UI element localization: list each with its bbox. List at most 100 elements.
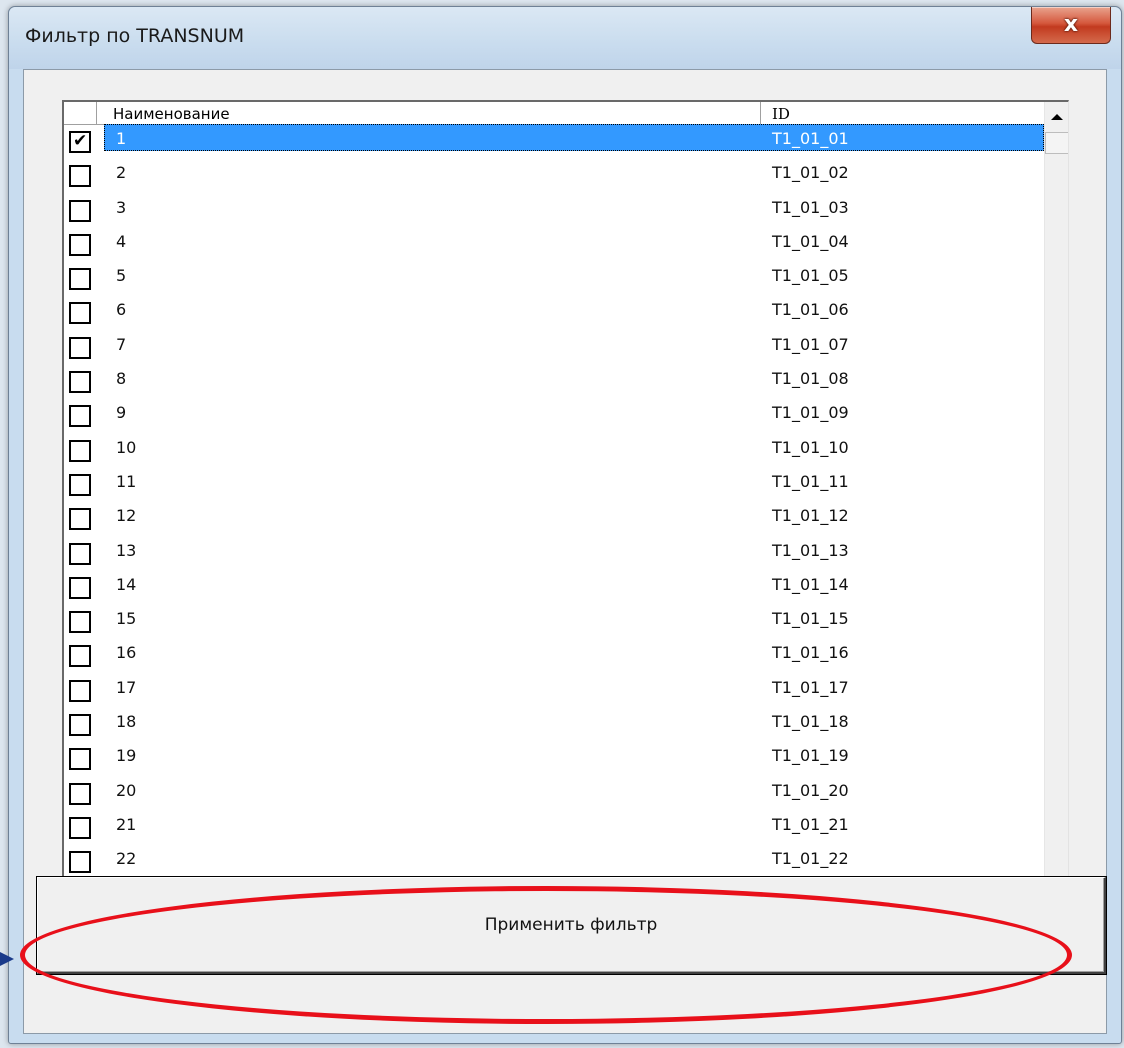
row-name: 22 xyxy=(116,849,137,869)
list-item[interactable]: 16 T1_01_16 xyxy=(64,638,1044,672)
row-checkbox[interactable] xyxy=(69,508,91,531)
transnum-listview[interactable]: Наименование ID ✔ 1 T1_01_01 2 T1_01_02 3 T1_0… xyxy=(62,100,1069,913)
column-header-checkbox[interactable] xyxy=(64,102,97,124)
row-id: T1_01_06 xyxy=(772,300,849,320)
title-bar: Фильтр по TRANSNUM x xyxy=(9,7,1121,69)
list-item[interactable]: 19 T1_01_19 xyxy=(64,741,1044,775)
row-checkbox[interactable] xyxy=(69,816,91,839)
list-item[interactable]: 22 T1_01_22 xyxy=(64,844,1044,878)
list-item[interactable]: 9 T1_01_09 xyxy=(64,398,1044,432)
list-item[interactable]: 7 T1_01_07 xyxy=(64,330,1044,364)
list-item[interactable]: ✔ 1 T1_01_01 xyxy=(64,124,1044,158)
row-checkbox[interactable] xyxy=(69,268,91,291)
list-item[interactable]: 10 T1_01_10 xyxy=(64,433,1044,467)
scrollbar-thumb[interactable] xyxy=(1045,132,1068,154)
row-checkbox[interactable] xyxy=(69,748,91,771)
row-name: 16 xyxy=(116,643,137,663)
list-item[interactable]: 17 T1_01_17 xyxy=(64,673,1044,707)
row-name: 9 xyxy=(116,403,127,423)
list-item[interactable]: 11 T1_01_11 xyxy=(64,467,1044,501)
row-id: T1_01_21 xyxy=(772,814,849,834)
list-item[interactable]: 5 T1_01_05 xyxy=(64,261,1044,295)
close-icon: x xyxy=(1063,12,1079,37)
row-name: 5 xyxy=(116,266,127,286)
row-name: 6 xyxy=(116,300,127,320)
list-item[interactable]: 21 T1_01_21 xyxy=(64,810,1044,844)
chevron-up-icon xyxy=(1051,114,1063,120)
list-rows: ✔ 1 T1_01_01 2 T1_01_02 3 T1_01_03 4 T1_01_04 5 T1… xyxy=(64,124,1044,912)
row-id: T1_01_12 xyxy=(772,506,849,526)
list-header: Наименование ID xyxy=(64,102,1044,125)
row-checkbox[interactable] xyxy=(69,371,91,394)
row-name: 18 xyxy=(116,712,137,732)
pointer-arrow-icon xyxy=(0,952,14,966)
row-id: T1_01_09 xyxy=(772,403,849,423)
row-id: T1_01_07 xyxy=(772,334,849,354)
row-checkbox[interactable] xyxy=(69,714,91,737)
row-checkbox[interactable] xyxy=(69,576,91,599)
row-name: 7 xyxy=(116,334,127,354)
column-header-id[interactable]: ID xyxy=(762,102,1044,124)
row-checkbox[interactable] xyxy=(69,439,91,462)
row-id: T1_01_04 xyxy=(772,231,849,251)
list-item[interactable]: 20 T1_01_20 xyxy=(64,776,1044,810)
row-checkbox[interactable] xyxy=(69,782,91,805)
list-item[interactable]: 4 T1_01_04 xyxy=(64,227,1044,261)
row-name: 11 xyxy=(116,471,137,491)
row-name: 8 xyxy=(116,369,127,389)
list-item[interactable]: 18 T1_01_18 xyxy=(64,707,1044,741)
row-id: T1_01_15 xyxy=(772,609,849,629)
row-name: 21 xyxy=(116,814,137,834)
row-checkbox[interactable] xyxy=(69,542,91,565)
row-id: T1_01_18 xyxy=(772,712,849,732)
vertical-scrollbar[interactable] xyxy=(1044,102,1068,912)
list-item[interactable]: 2 T1_01_02 xyxy=(64,158,1044,192)
row-id: T1_01_02 xyxy=(772,163,849,183)
selection-highlight xyxy=(104,124,1044,151)
row-name: 15 xyxy=(116,609,137,629)
window-title: Фильтр по TRANSNUM xyxy=(25,25,245,47)
checkmark-icon: ✔ xyxy=(73,131,88,151)
column-header-name[interactable]: Наименование xyxy=(97,102,761,124)
row-checkbox[interactable] xyxy=(69,233,91,256)
row-checkbox[interactable] xyxy=(69,645,91,668)
row-name: 14 xyxy=(116,574,137,594)
row-name: 17 xyxy=(116,677,137,697)
list-item[interactable]: 12 T1_01_12 xyxy=(64,501,1044,535)
row-name: 12 xyxy=(116,506,137,526)
row-checkbox[interactable] xyxy=(69,199,91,222)
list-item[interactable]: 8 T1_01_08 xyxy=(64,364,1044,398)
row-id: T1_01_16 xyxy=(772,643,849,663)
row-name: 1 xyxy=(116,129,127,148)
row-name: 2 xyxy=(116,163,127,183)
row-checkbox[interactable] xyxy=(69,851,91,874)
row-checkbox[interactable] xyxy=(69,473,91,496)
row-id: T1_01_14 xyxy=(772,574,849,594)
apply-filter-button[interactable]: Применить фильтр xyxy=(37,877,1106,974)
row-name: 13 xyxy=(116,540,137,560)
list-item[interactable]: 13 T1_01_13 xyxy=(64,536,1044,570)
close-button[interactable]: x xyxy=(1031,7,1111,44)
row-checkbox[interactable] xyxy=(69,165,91,188)
row-checkbox[interactable] xyxy=(69,405,91,428)
list-item[interactable]: 14 T1_01_14 xyxy=(64,570,1044,604)
row-id: T1_01_19 xyxy=(772,746,849,766)
row-id: T1_01_03 xyxy=(772,197,849,217)
scroll-up-button[interactable] xyxy=(1045,104,1068,130)
row-id: T1_01_10 xyxy=(772,437,849,457)
row-id: T1_01_20 xyxy=(772,780,849,800)
row-checkbox[interactable]: ✔ xyxy=(69,131,91,153)
list-item[interactable]: 15 T1_01_15 xyxy=(64,604,1044,638)
row-name: 4 xyxy=(116,231,127,251)
row-name: 3 xyxy=(116,197,127,217)
row-name: 10 xyxy=(116,437,137,457)
list-item[interactable]: 3 T1_01_03 xyxy=(64,193,1044,227)
row-checkbox[interactable] xyxy=(69,611,91,634)
row-checkbox[interactable] xyxy=(69,679,91,702)
list-item[interactable]: 6 T1_01_06 xyxy=(64,295,1044,329)
row-id: T1_01_05 xyxy=(772,266,849,286)
filter-dialog: Фильтр по TRANSNUM x Наименование ID ✔ 1 T… xyxy=(8,6,1122,1044)
list-content: Наименование ID ✔ 1 T1_01_01 2 T1_01_02 3 T1_0… xyxy=(64,102,1044,912)
row-checkbox[interactable] xyxy=(69,302,91,325)
row-checkbox[interactable] xyxy=(69,336,91,359)
